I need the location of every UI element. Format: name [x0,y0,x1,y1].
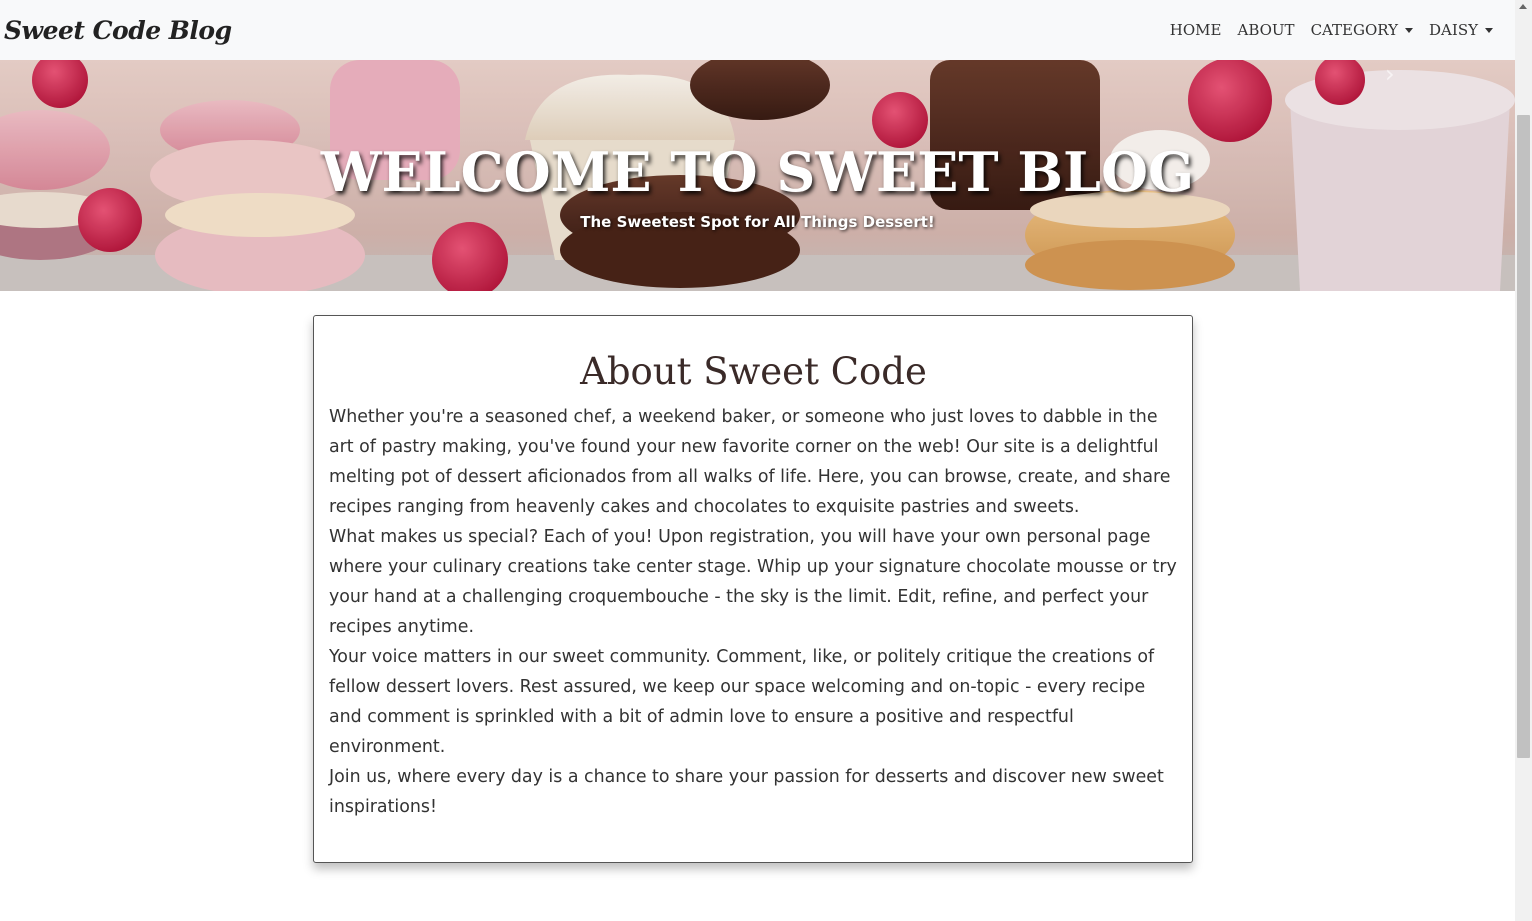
navbar: Sweet Code Blog HOME ABOUT CATEGORY DAIS… [0,0,1515,60]
nav-user-dropdown[interactable]: DAISY [1429,21,1493,39]
caret-down-icon [1485,27,1493,33]
vertical-scrollbar[interactable] [1515,0,1532,921]
nav-category-label: CATEGORY [1310,21,1399,39]
scrollbar-thumb[interactable] [1517,115,1530,758]
about-paragraph: Whether you're a seasoned chef, a weeken… [329,407,1171,518]
about-paragraph: Your voice matters in our sweet communit… [329,647,1155,758]
page: Sweet Code Blog HOME ABOUT CATEGORY DAIS… [0,0,1515,921]
nav-about-label: ABOUT [1237,21,1295,39]
scroll-up-arrow-icon[interactable] [1519,4,1527,9]
nav-user-label: DAISY [1429,21,1478,39]
nav-home-label: HOME [1169,21,1222,39]
brand-logo[interactable]: Sweet Code Blog [4,16,232,45]
hero-title: WELCOME TO SWEET BLOG [320,140,1195,204]
nav-links: HOME ABOUT CATEGORY DAISY [1170,21,1493,39]
hero-subtitle: The Sweetest Spot for All Things Dessert… [580,213,935,231]
about-paragraph: Join us, where every day is a chance to … [329,767,1164,818]
about-paragraph: What makes us special? Each of you! Upon… [329,527,1177,638]
nav-home-link[interactable]: HOME [1170,21,1222,39]
about-card: About Sweet Code Whether you're a season… [313,315,1193,863]
carousel-next-icon[interactable]: › [1385,60,1415,90]
nav-about-link[interactable]: ABOUT [1237,21,1294,39]
caret-down-icon [1405,27,1414,33]
about-heading: About Sweet Code [580,350,927,393]
nav-category-dropdown[interactable]: CATEGORY [1310,21,1414,39]
hero-banner: › WELCOME TO SWEET BLOG The Sweetest Spo… [0,60,1515,291]
